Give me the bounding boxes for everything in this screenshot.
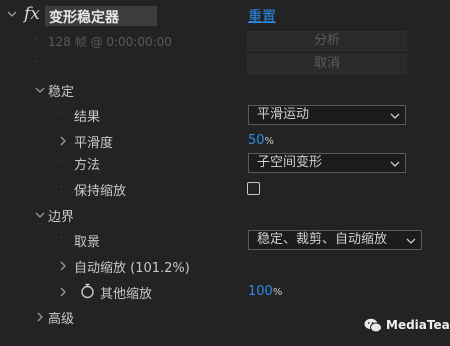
- additional-scale-row: 其他缩放 100%: [0, 281, 450, 303]
- effect-header: fx 变形稳定器 重置: [0, 0, 450, 30]
- borders-group-label: 边界: [48, 210, 75, 225]
- expand-chevron-icon[interactable]: [58, 259, 68, 275]
- analysis-row: · 128 帧 @ 0:00:00:00 分析: [0, 30, 450, 52]
- advanced-group-row[interactable]: 高级: [0, 306, 450, 328]
- chevron-down-icon: [406, 231, 416, 249]
- smoothness-row: 平滑度 50%: [0, 130, 450, 152]
- expand-chevron-icon[interactable]: [58, 134, 68, 150]
- smoothness-label: 平滑度: [74, 136, 114, 151]
- result-dropdown[interactable]: 平滑运动: [248, 105, 406, 125]
- advanced-group-label: 高级: [48, 312, 75, 327]
- fx-icon[interactable]: fx: [24, 4, 40, 24]
- auto-scale-label: 自动缩放 (101.2%): [74, 261, 190, 276]
- expand-chevron-icon[interactable]: [58, 285, 68, 301]
- preserve-scale-label: 保持缩放: [74, 184, 127, 199]
- indent-dots: ·: [60, 156, 65, 167]
- indent-dots: ·: [60, 233, 65, 244]
- stabilize-group-row[interactable]: 稳定: [0, 79, 450, 101]
- method-dropdown[interactable]: 子空间变形: [248, 153, 406, 173]
- chevron-down-icon: [390, 154, 400, 172]
- result-row: · 结果 平滑运动: [0, 104, 450, 126]
- framing-label: 取景: [74, 235, 101, 250]
- result-label: 结果: [74, 110, 101, 125]
- method-label: 方法: [74, 158, 101, 173]
- preserve-scale-checkbox[interactable]: [247, 182, 260, 195]
- method-row: · 方法 子空间变形: [0, 152, 450, 174]
- reset-link[interactable]: 重置: [248, 6, 276, 26]
- wechat-icon: [364, 318, 382, 337]
- chevron-down-icon: [390, 106, 400, 124]
- preserve-scale-row: · 保持缩放: [0, 178, 450, 200]
- stabilize-group-label: 稳定: [48, 85, 75, 100]
- analyze-button[interactable]: 分析: [247, 31, 407, 51]
- effect-name[interactable]: 变形稳定器: [45, 6, 157, 26]
- watermark-text: MediaTea: [386, 318, 450, 332]
- expand-chevron-icon[interactable]: [35, 83, 45, 99]
- framing-row: · 取景 稳定、裁剪、自动缩放: [0, 229, 450, 251]
- framing-dropdown[interactable]: 稳定、裁剪、自动缩放: [248, 230, 422, 250]
- indent-dots: ·: [60, 108, 65, 119]
- indent-dots: ·: [35, 34, 40, 45]
- stopwatch-icon[interactable]: [80, 283, 95, 303]
- auto-scale-row: 自动缩放 (101.2%): [0, 255, 450, 277]
- indent-dots: ·: [35, 57, 40, 68]
- cancel-button[interactable]: 取消: [247, 54, 407, 74]
- additional-scale-label: 其他缩放: [100, 287, 153, 302]
- expand-chevron-icon[interactable]: [35, 310, 45, 326]
- indent-dots: ·: [60, 182, 65, 193]
- expand-chevron-icon[interactable]: [35, 208, 45, 224]
- additional-scale-value[interactable]: 100%: [248, 284, 282, 299]
- borders-group-row[interactable]: 边界: [0, 204, 450, 226]
- smoothness-value[interactable]: 50%: [248, 133, 274, 148]
- collapse-chevron-icon[interactable]: [7, 7, 17, 23]
- cancel-row: · 取消: [0, 53, 450, 75]
- analysis-status: 128 帧 @ 0:00:00:00: [48, 35, 172, 49]
